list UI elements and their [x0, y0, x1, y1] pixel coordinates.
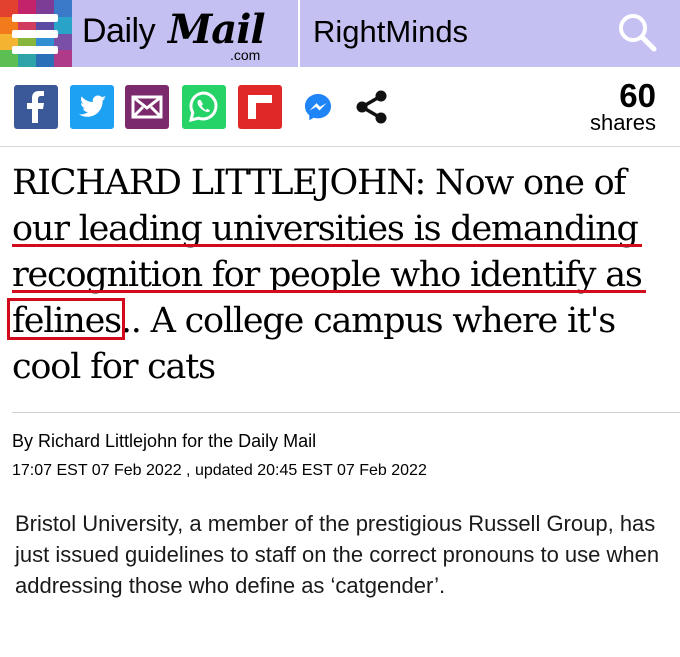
- twitter-share-button[interactable]: [70, 85, 114, 129]
- more-share-button[interactable]: [350, 85, 394, 129]
- share-count: 60 shares: [590, 79, 656, 134]
- email-icon: [125, 85, 169, 129]
- hamburger-icon: [12, 14, 58, 54]
- headline-line: our leading universities is demanding: [12, 206, 672, 252]
- email-share-button[interactable]: [125, 85, 169, 129]
- red-box-annotation: [7, 298, 125, 340]
- logo-mail: Mail: [168, 6, 266, 53]
- share-bar: 60 shares: [0, 67, 680, 147]
- byline[interactable]: By Richard Littlejohn for the Daily Mail: [12, 431, 316, 452]
- red-underline-annotation: [12, 290, 646, 293]
- headline-line: recognition for people who identify as: [12, 252, 672, 298]
- search-button[interactable]: [612, 8, 662, 58]
- section-title[interactable]: RightMinds: [313, 14, 468, 50]
- share-count-number: 60: [619, 77, 656, 114]
- messenger-share-button[interactable]: [296, 85, 340, 129]
- flipboard-share-button[interactable]: [238, 85, 282, 129]
- headline-line: felines.. A college campus where it's: [7, 298, 672, 344]
- site-logo[interactable]: Daily Mail .com: [80, 4, 280, 64]
- article-headline: RICHARD LITTLEJOHN: Now one of our leadi…: [7, 160, 672, 390]
- flipboard-icon: [238, 85, 282, 129]
- site-header: Daily Mail .com RightMinds: [0, 0, 680, 67]
- share-count-label: shares: [589, 110, 656, 135]
- whatsapp-share-button[interactable]: [182, 85, 226, 129]
- logo-daily: Daily: [82, 12, 156, 50]
- share-icon: [356, 90, 387, 124]
- headline-line: RICHARD LITTLEJOHN: Now one of: [12, 163, 626, 203]
- whatsapp-icon: [182, 85, 226, 129]
- twitter-icon: [70, 85, 114, 129]
- publish-date: 17:07 EST 07 Feb 2022 , updated 20:45 ES…: [12, 462, 427, 479]
- red-underline-annotation: [12, 244, 642, 247]
- logo-domain: .com: [230, 47, 261, 63]
- menu-button[interactable]: [0, 0, 72, 67]
- article-body: Bristol University, a member of the pres…: [15, 511, 660, 598]
- facebook-share-button[interactable]: [14, 85, 58, 129]
- search-icon: [619, 14, 657, 52]
- headline-line: cool for cats: [12, 347, 216, 387]
- messenger-icon: [305, 94, 331, 121]
- header-divider: [298, 0, 300, 67]
- facebook-icon: [14, 85, 58, 129]
- divider: [12, 412, 680, 413]
